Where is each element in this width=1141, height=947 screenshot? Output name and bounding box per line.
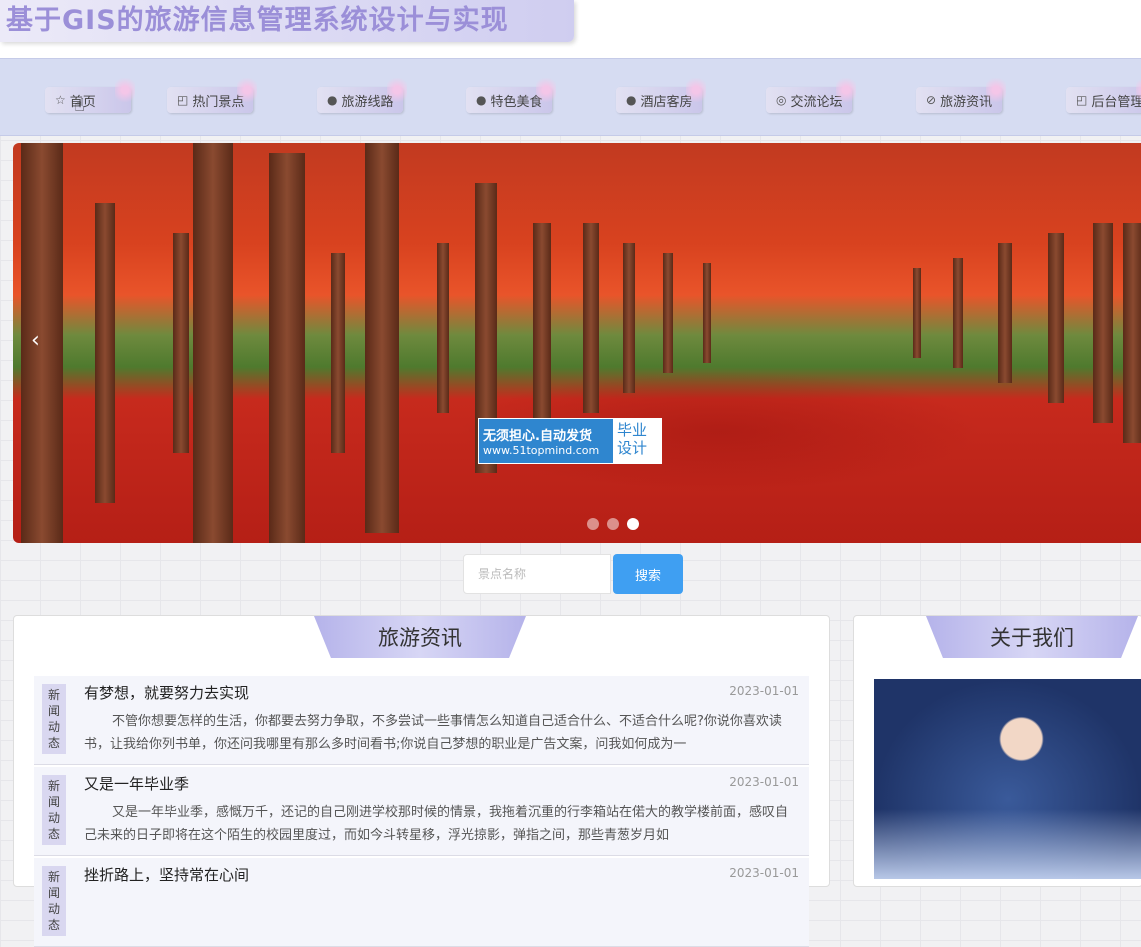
news-item[interactable]: 新 闻 动 态 又是一年毕业季 2023-01-01 又是一年毕业季，感慨万千，…	[34, 767, 809, 856]
nav-item-routes[interactable]: ● 旅游线路	[317, 75, 407, 113]
nav-item-label: 特色美食	[490, 94, 543, 110]
news-date: 2023-01-01	[729, 775, 799, 789]
tag-char: 态	[47, 827, 60, 841]
mouse-cursor-icon: ☝	[74, 95, 85, 116]
news-body	[84, 892, 794, 938]
clipboard-icon: ◰	[1076, 93, 1088, 107]
news-panel: 旅游资讯 新 闻 动 态 有梦想，就要努力去实现 2023-01-01 不管你想…	[13, 615, 830, 947]
tag-char: 闻	[47, 795, 60, 809]
watermark-left: 无须担心.自动发货 www.51topmind.com	[479, 419, 613, 463]
news-body: 不管你想要怎样的生活，你都要去努力争取，不多尝试一些事情怎么知道自己适合什么、不…	[84, 714, 782, 752]
at-icon: ◎	[776, 93, 787, 107]
banner-tree	[331, 253, 345, 453]
site-title: 基于GIS的旅游信息管理系统设计与实现	[6, 5, 509, 36]
banner-tree	[998, 243, 1012, 383]
banner-tree	[21, 143, 63, 543]
main-nav: ☆ 首页 ◰ 热门景点 ● 旅游线路 ● 特色美食 ● 酒店客房 ◎ 交流论坛 ⊘ 旅游资讯 …	[0, 58, 1141, 136]
news-body: 又是一年毕业季，感慨万千，还记的自己刚进学校那时候的情景，我拖着沉重的行李箱站在…	[84, 805, 789, 843]
nav-item-label: 酒店客房	[640, 94, 693, 110]
news-title[interactable]: 又是一年毕业季	[84, 773, 189, 794]
banner-tree	[583, 223, 599, 413]
nav-item-home[interactable]: ☆ 首页	[45, 75, 135, 113]
news-title[interactable]: 有梦想，就要努力去实现	[84, 682, 249, 703]
tag-char: 新	[47, 688, 60, 702]
nav-item-admin[interactable]: ◰ 后台管理	[1066, 75, 1141, 113]
news-item[interactable]: 新 闻 动 态 挫折路上，坚持常在心间 2023-01-01	[34, 858, 809, 947]
tag-char: 动	[47, 720, 60, 734]
banner-tree	[663, 253, 673, 373]
top-bar: 基于GIS的旅游信息管理系统设计与实现	[0, 0, 1141, 58]
banner-tree	[953, 258, 963, 368]
compass-icon: ⊘	[926, 93, 937, 107]
banner-tree	[437, 243, 449, 413]
banner-tree	[1048, 233, 1064, 403]
carousel-dot-1[interactable]	[587, 518, 599, 530]
info-icon: ●	[327, 93, 338, 107]
star-icon: ☆	[55, 93, 66, 107]
info-icon: ●	[626, 93, 637, 107]
news-tag: 新 闻 动 态	[42, 684, 66, 754]
nav-item-hotel[interactable]: ● 酒店客房	[616, 75, 706, 113]
news-title[interactable]: 挫折路上，坚持常在心间	[84, 864, 249, 885]
nav-item-label: 交流论坛	[790, 94, 843, 110]
carousel-dot-2[interactable]	[607, 518, 619, 530]
banner-tree	[95, 203, 115, 503]
watermark-badge: 无须担心.自动发货 www.51topmind.com 毕业设计	[478, 418, 662, 464]
search-input[interactable]	[463, 554, 611, 594]
banner-tree	[269, 153, 305, 543]
news-panel-heading: 旅游资讯	[314, 616, 526, 658]
banner-tree	[1123, 223, 1141, 443]
nav-item-label: 热门景点	[192, 94, 245, 110]
banner-tree	[173, 233, 189, 453]
site-title-box: 基于GIS的旅游信息管理系统设计与实现	[0, 0, 574, 42]
news-tag: 新 闻 动 态	[42, 866, 66, 936]
nav-item-hot-spots[interactable]: ◰ 热门景点	[167, 75, 257, 113]
tag-char: 闻	[47, 886, 60, 900]
tag-char: 动	[47, 902, 60, 916]
banner-tree	[193, 143, 233, 543]
about-panel-heading: 关于我们	[926, 616, 1138, 658]
banner-carousel: ‹	[13, 143, 1141, 543]
news-date: 2023-01-01	[729, 684, 799, 698]
watermark-line1: 无须担心.自动发货	[483, 429, 592, 444]
banner-tree	[365, 143, 399, 533]
about-image	[874, 679, 1141, 879]
nav-item-label: 旅游资讯	[940, 94, 993, 110]
news-date: 2023-01-01	[729, 866, 799, 880]
tag-char: 动	[47, 811, 60, 825]
nav-item-label: 后台管理	[1091, 94, 1141, 110]
tag-char: 闻	[47, 704, 60, 718]
carousel-prev-arrow[interactable]: ‹	[31, 328, 40, 353]
nav-item-label: 旅游线路	[341, 94, 394, 110]
tag-char: 新	[47, 870, 60, 884]
bag-icon: ◰	[177, 93, 189, 107]
banner-tree	[913, 268, 921, 358]
question-icon: ●	[476, 93, 487, 107]
banner-tree	[533, 223, 551, 423]
search-button[interactable]: 搜索	[613, 554, 683, 594]
banner-tree	[703, 263, 711, 363]
nav-item-news[interactable]: ⊘ 旅游资讯	[916, 75, 1006, 113]
watermark-right: 毕业设计	[613, 419, 661, 463]
news-item[interactable]: 新 闻 动 态 有梦想，就要努力去实现 2023-01-01 不管你想要怎样的生…	[34, 676, 809, 765]
banner-tree	[1093, 223, 1113, 423]
news-tag: 新 闻 动 态	[42, 775, 66, 845]
nav-item-food[interactable]: ● 特色美食	[466, 75, 556, 113]
banner-tree	[623, 243, 635, 393]
nav-item-forum[interactable]: ◎ 交流论坛	[766, 75, 856, 113]
about-panel: 关于我们	[853, 615, 1141, 887]
tag-char: 态	[47, 918, 60, 932]
tag-char: 新	[47, 779, 60, 793]
carousel-dot-3[interactable]	[627, 518, 639, 530]
carousel-indicators	[587, 518, 639, 530]
tag-char: 态	[47, 736, 60, 750]
watermark-line2: www.51topmind.com	[483, 444, 600, 457]
